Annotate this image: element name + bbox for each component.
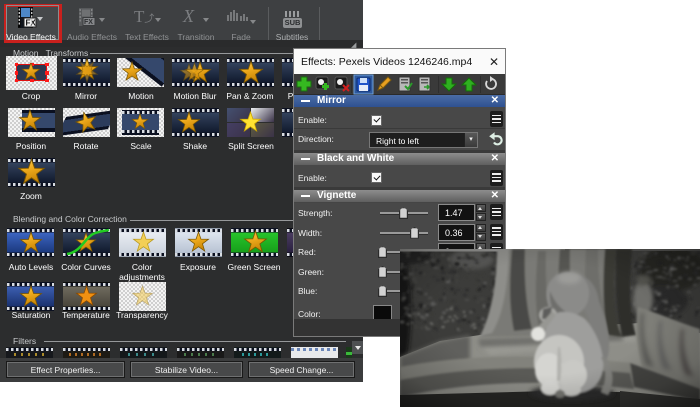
svg-text:FX: FX: [26, 19, 37, 28]
svg-text:FX: FX: [84, 19, 93, 26]
